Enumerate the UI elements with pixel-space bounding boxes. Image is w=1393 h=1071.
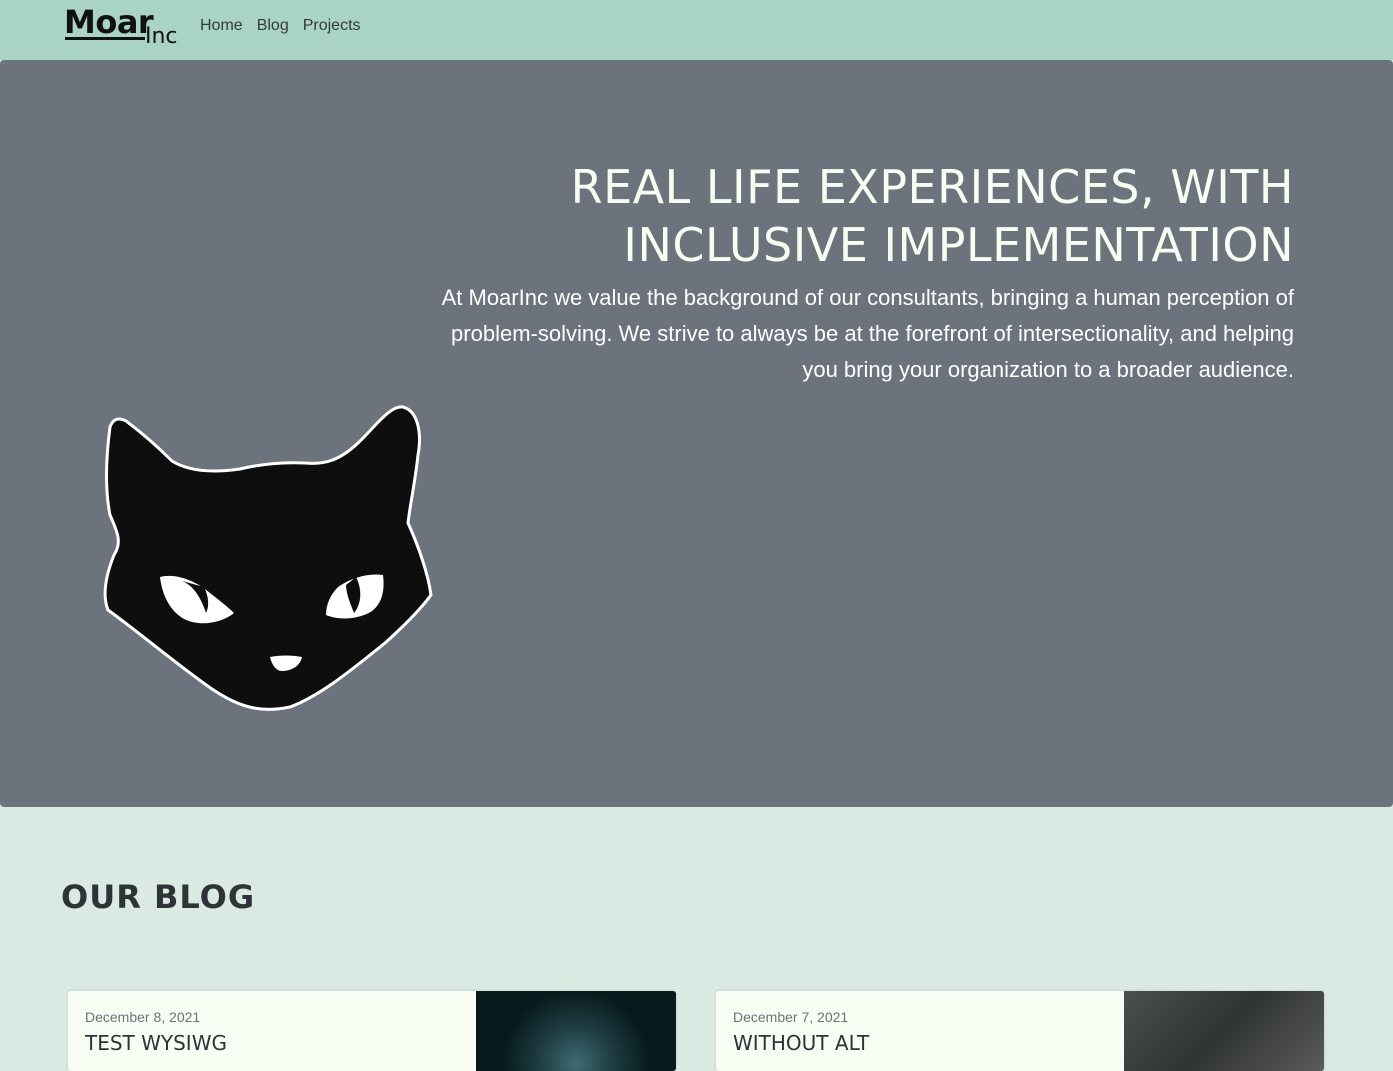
blog-post-card[interactable]: December 8, 2021 TEST WYSIWG (68, 991, 676, 1071)
cat-illustration (103, 405, 433, 711)
logo-sub-text: Inc (145, 24, 178, 49)
logo-main-text: Moar (64, 3, 154, 41)
post-thumbnail[interactable] (1124, 991, 1324, 1071)
blog-heading: OUR BLOG (61, 878, 256, 916)
hero-description: At MoarInc we value the background of ou… (441, 285, 1294, 382)
nav-link-blog[interactable]: Blog (257, 16, 289, 36)
post-thumbnail[interactable] (476, 991, 676, 1071)
nav-link-projects[interactable]: Projects (303, 16, 361, 36)
post-title[interactable]: TEST WYSIWG (85, 1031, 227, 1055)
hero-title: REAL LIFE EXPERIENCES, WITH INCLUSIVE IM… (570, 160, 1294, 272)
logo-underline (65, 37, 145, 40)
blog-post-card[interactable]: December 7, 2021 WITHOUT ALT (716, 991, 1324, 1071)
navbar: Moar Inc Home Blog Projects (0, 0, 1393, 60)
main-nav: Home Blog Projects (200, 16, 375, 36)
nav-link-home[interactable]: Home (200, 16, 243, 36)
logo[interactable]: Moar Inc (63, 3, 179, 49)
post-date: December 8, 2021 (85, 1009, 201, 1025)
post-date: December 7, 2021 (733, 1009, 849, 1025)
post-title[interactable]: WITHOUT ALT (733, 1031, 869, 1055)
hero-section: REAL LIFE EXPERIENCES, WITH INCLUSIVE IM… (0, 60, 1393, 807)
